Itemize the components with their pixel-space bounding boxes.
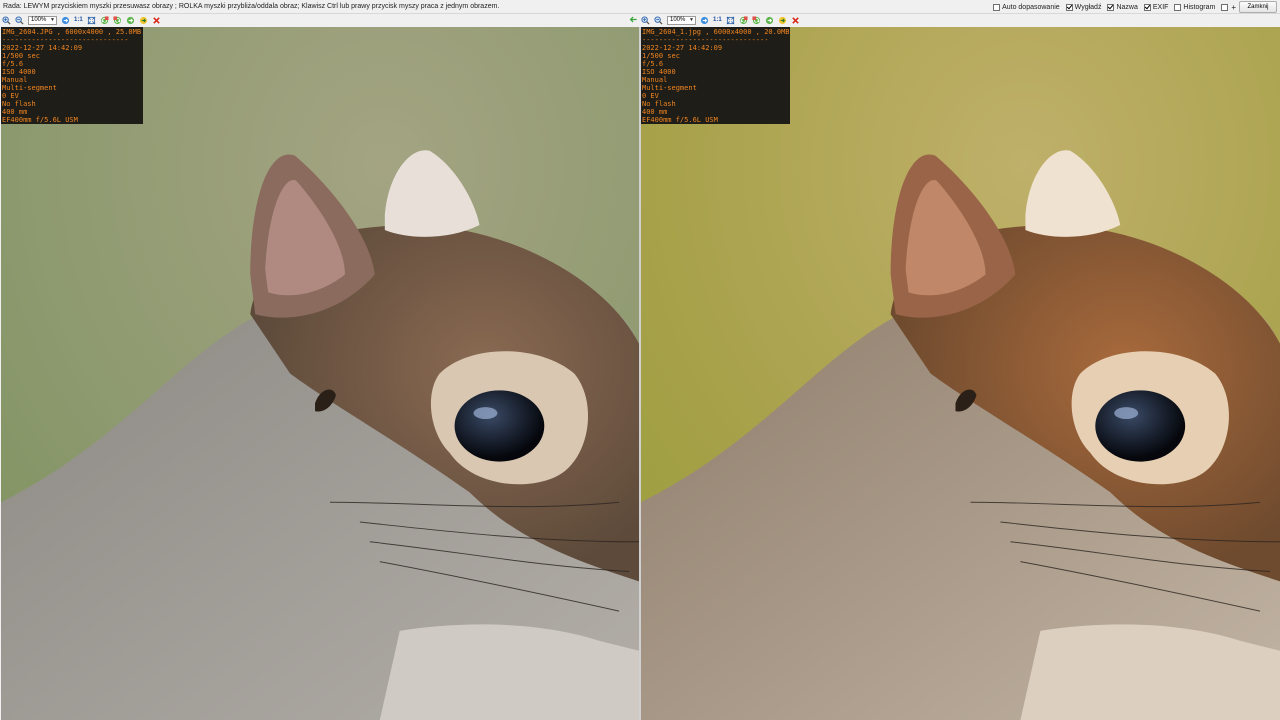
- actual-size-button[interactable]: 1:1: [713, 17, 722, 23]
- swap-left-icon[interactable]: [629, 15, 638, 24]
- exif-datetime: 2022-12-27 14:42:09: [2, 44, 83, 52]
- auto-fit-label: Auto dopasowanie: [1002, 3, 1060, 11]
- view-options: Auto dopasowanie Wygładź Nazwa EXIF Hist…: [993, 2, 1236, 12]
- right-toolbar: 100% ▼ 1:1: [641, 14, 800, 26]
- right-image-pane[interactable]: IMG_2604_1.jpg , 6000x4000 , 20.0MB ----…: [641, 27, 1280, 720]
- exif-aperture: f/5.6: [2, 60, 24, 68]
- zoom-select[interactable]: 100% ▼: [28, 15, 57, 25]
- option-exif[interactable]: EXIF: [1143, 3, 1169, 11]
- zoom-in-icon[interactable]: [2, 16, 11, 25]
- fit-arrow-icon[interactable]: [61, 16, 70, 25]
- exif-datetime: 2022-12-27 14:42:09: [642, 44, 723, 52]
- fit-window-icon[interactable]: [87, 16, 96, 25]
- zoom-out-icon[interactable]: [654, 16, 663, 25]
- exif-ev: 0 EV: [2, 92, 19, 100]
- smooth-checkbox[interactable]: [1065, 3, 1073, 11]
- exif-metering: Multi-segment: [2, 84, 57, 92]
- exif-focal: 400 mm: [2, 108, 28, 116]
- zoom-out-icon[interactable]: [15, 16, 24, 25]
- zoom-value: 100%: [31, 17, 47, 23]
- option-plus[interactable]: +: [1221, 3, 1236, 12]
- name-label: Nazwa: [1116, 3, 1138, 11]
- exif-separator: ------------------------------: [642, 36, 769, 44]
- next-icon[interactable]: [765, 16, 774, 25]
- left-toolbar: 100% ▼ 1:1: [2, 14, 161, 26]
- exif-shutter: 1/500 sec: [2, 52, 40, 60]
- chevron-down-icon: ▼: [689, 17, 694, 23]
- next-file-icon[interactable]: [778, 16, 787, 25]
- option-auto-fit[interactable]: Auto dopasowanie: [993, 3, 1060, 11]
- zoom-in-icon[interactable]: [641, 16, 650, 25]
- exif-separator: ------------------------------: [2, 36, 129, 44]
- option-smooth[interactable]: Wygładź: [1065, 3, 1102, 11]
- histogram-label: Histogram: [1183, 3, 1216, 11]
- rotate-right-icon[interactable]: [752, 16, 761, 25]
- exif-ev: 0 EV: [642, 92, 659, 100]
- plus-label: +: [1231, 2, 1236, 12]
- close-image-icon[interactable]: [152, 16, 161, 25]
- hint-text: Rada: LEWYM przyciskiem myszki przesuwas…: [3, 3, 500, 10]
- zoom-select[interactable]: 100% ▼: [667, 15, 696, 25]
- close-button[interactable]: Zamknij: [1239, 1, 1277, 13]
- exif-iso: ISO 4000: [2, 68, 36, 76]
- exif-metering: Multi-segment: [642, 84, 697, 92]
- exif-focal: 400 mm: [642, 108, 668, 116]
- squirrel-photo-original[interactable]: [1, 27, 639, 720]
- chevron-down-icon: ▼: [50, 17, 55, 23]
- smooth-label: Wygładź: [1074, 3, 1102, 11]
- close-image-icon[interactable]: [791, 16, 800, 25]
- exif-overlay: IMG_2604.JPG , 6000x4000 , 25.0MB ------…: [1, 27, 143, 124]
- actual-size-button[interactable]: 1:1: [74, 17, 83, 23]
- exif-shutter: 1/500 sec: [642, 52, 680, 60]
- rotate-left-icon[interactable]: [739, 16, 748, 25]
- left-image-pane[interactable]: IMG_2604.JPG , 6000x4000 , 25.0MB ------…: [1, 27, 639, 720]
- image-title: IMG_2604_1.jpg , 6000x4000 , 20.0MB: [642, 28, 789, 36]
- name-checkbox[interactable]: [1107, 3, 1115, 11]
- fit-window-icon[interactable]: [726, 16, 735, 25]
- option-name[interactable]: Nazwa: [1107, 3, 1138, 11]
- fit-arrow-icon[interactable]: [700, 16, 709, 25]
- exif-label: EXIF: [1152, 3, 1169, 11]
- exif-lens: EF400mm f/5.6L USM: [2, 116, 78, 124]
- exif-lens: EF400mm f/5.6L USM: [642, 116, 718, 124]
- histogram-checkbox[interactable]: [1174, 3, 1182, 11]
- squirrel-photo-edited[interactable]: [641, 27, 1280, 720]
- rotate-right-icon[interactable]: [113, 16, 122, 25]
- exif-iso: ISO 4000: [642, 68, 676, 76]
- image-title: IMG_2604.JPG , 6000x4000 , 25.0MB: [2, 28, 142, 36]
- hint-bar: Rada: LEWYM przyciskiem myszki przesuwas…: [0, 0, 1280, 14]
- exif-mode: Manual: [2, 76, 28, 84]
- next-file-icon[interactable]: [139, 16, 148, 25]
- zoom-value: 100%: [670, 17, 686, 23]
- next-icon[interactable]: [126, 16, 135, 25]
- exif-aperture: f/5.6: [642, 60, 664, 68]
- exif-overlay: IMG_2604_1.jpg , 6000x4000 , 20.0MB ----…: [641, 27, 790, 124]
- rotate-left-icon[interactable]: [100, 16, 109, 25]
- auto-fit-checkbox[interactable]: [993, 3, 1001, 11]
- exif-mode: Manual: [642, 76, 668, 84]
- exif-checkbox[interactable]: [1143, 3, 1151, 11]
- option-histogram[interactable]: Histogram: [1174, 3, 1216, 11]
- exif-flash: No flash: [2, 100, 36, 108]
- exif-flash: No flash: [642, 100, 676, 108]
- plus-checkbox[interactable]: [1221, 3, 1229, 11]
